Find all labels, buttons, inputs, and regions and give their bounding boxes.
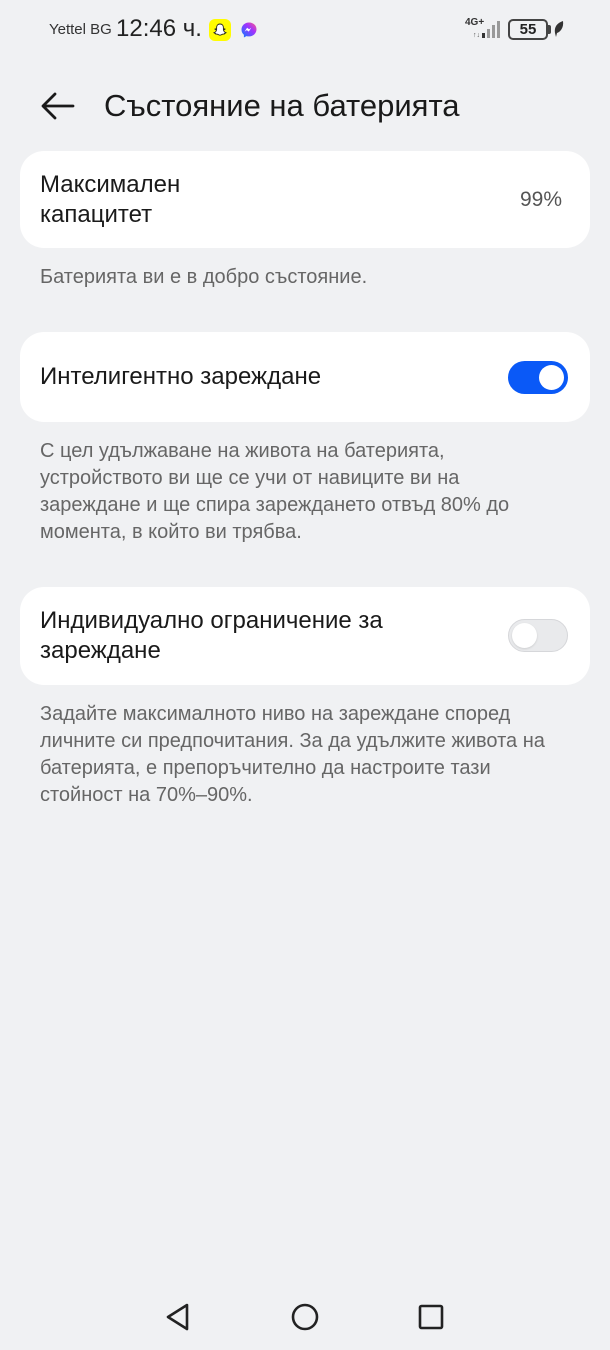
custom-limit-toggle[interactable]: [508, 619, 568, 652]
carrier-name: Yettel BG: [49, 21, 112, 38]
messenger-icon: [240, 21, 258, 39]
toggle-knob: [539, 365, 564, 390]
custom-limit-row[interactable]: Индивидуално ограничение за зареждане: [20, 587, 590, 685]
home-circle-icon: [291, 1303, 319, 1331]
nav-back-button[interactable]: [161, 1300, 195, 1334]
battery-icon: 55: [508, 19, 548, 40]
nav-recents-button[interactable]: [414, 1300, 448, 1334]
capacity-label: Максимален капацитет: [40, 171, 181, 228]
navigation-bar: [0, 1290, 610, 1342]
battery-tip: [548, 25, 551, 34]
custom-limit-description: Задайте максималното ниво на зареждане с…: [40, 703, 545, 806]
back-button[interactable]: [38, 86, 78, 126]
capacity-value: 99%: [519, 188, 562, 211]
smart-charging-description: С цел удължаване на живота на батерията,…: [40, 440, 510, 543]
status-bar: Yettel BG 12:46 ч. 4G+ ↑↓ 55: [0, 0, 610, 60]
smart-charging-label: Интелигентно зареждане: [40, 363, 322, 390]
page-title: Състояние на батерията: [104, 88, 460, 123]
capacity-description: Батерията ви е в добро състояние.: [40, 266, 368, 288]
clock: 12:46 ч.: [116, 15, 202, 42]
leaf-icon: [553, 20, 565, 38]
smart-charging-toggle[interactable]: [508, 361, 568, 394]
toggle-knob: [512, 623, 537, 648]
smart-charging-row[interactable]: Интелигентно зареждане: [20, 332, 590, 422]
snapchat-icon: [209, 19, 231, 41]
capacity-card: Максимален капацитет 99%: [20, 151, 590, 248]
nav-home-button[interactable]: [288, 1300, 322, 1334]
signal-icon: ↑↓: [473, 19, 501, 39]
back-triangle-icon: [166, 1303, 189, 1331]
arrow-left-icon: [41, 92, 75, 120]
page-header: Състояние на батерията: [0, 78, 610, 134]
custom-limit-label: Индивидуално ограничение за зареждане: [40, 607, 383, 664]
svg-text:↑↓: ↑↓: [473, 32, 480, 39]
recents-square-icon: [418, 1304, 444, 1330]
